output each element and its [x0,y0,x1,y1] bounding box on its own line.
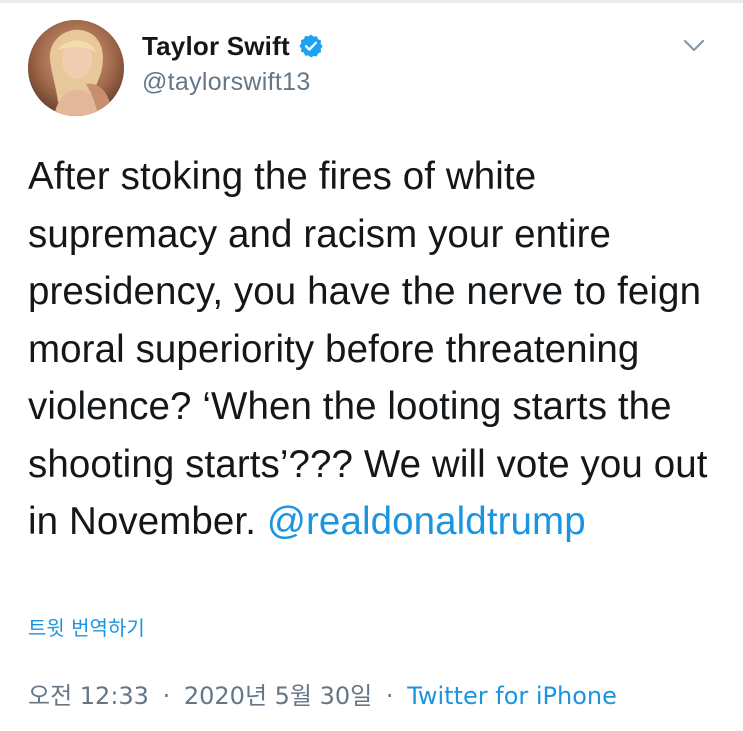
tweet-text: After stoking the fires of white suprema… [28,148,718,551]
avatar[interactable] [28,20,124,116]
verified-badge-icon [298,33,324,59]
mention-link[interactable]: @realdonaldtrump [267,500,586,543]
translate-link[interactable]: 트윗 번역하기 [28,612,145,641]
user-info[interactable]: Taylor Swift @taylorswift13 [142,28,542,97]
meta-separator: · [162,682,171,710]
tweet-body: After stoking the fires of white suprema… [28,155,708,543]
tweet-date[interactable]: 2020년 5월 30일 [184,682,372,710]
avatar-image [28,20,124,116]
tweet: Taylor Swift @taylorswift13 After stokin… [0,0,743,731]
meta-separator: · [385,682,394,710]
name-row: Taylor Swift [142,28,542,64]
tweet-time[interactable]: 오전 12:33 [28,682,149,710]
display-name[interactable]: Taylor Swift [142,31,290,62]
tweet-metadata: 오전 12:33 · 2020년 5월 30일 · Twitter for iP… [28,676,617,711]
user-handle[interactable]: @taylorswift13 [142,68,542,97]
source-link[interactable]: Twitter for iPhone [407,682,617,710]
chevron-down-icon[interactable] [680,32,708,60]
tweet-header: Taylor Swift @taylorswift13 [28,20,718,120]
